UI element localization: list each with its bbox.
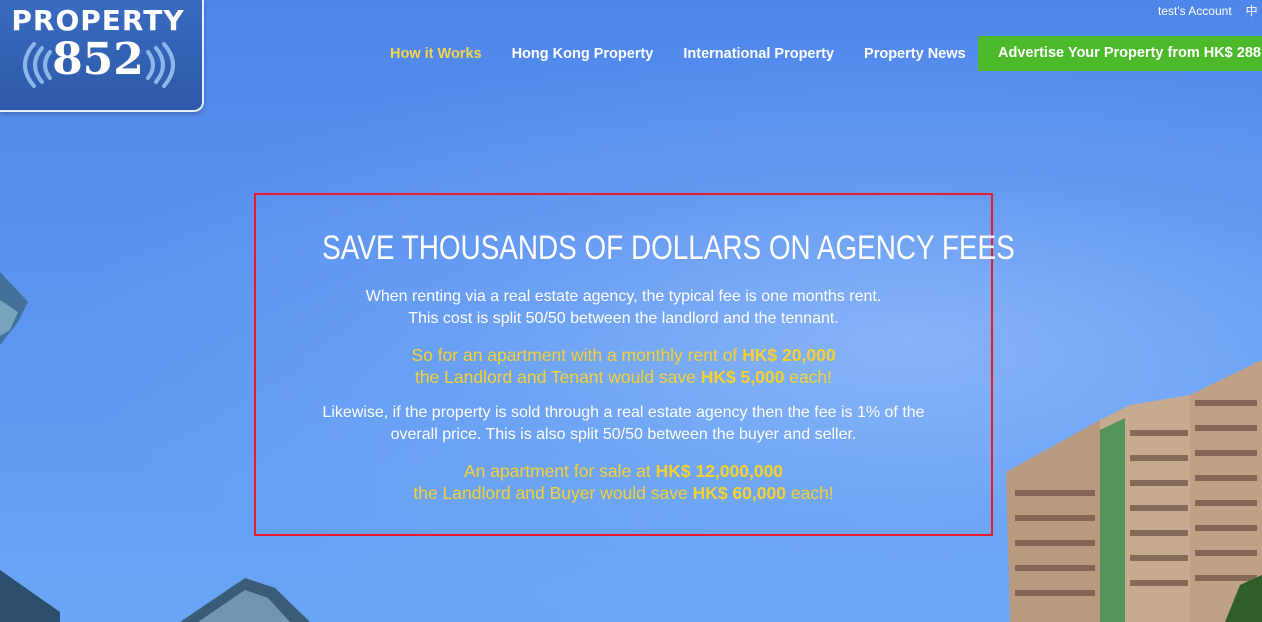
logo-number: 852 [52,34,144,85]
sale-savings-text: An apartment for sale at HK$ 12,000,000 … [256,460,991,504]
logo-title: PROPERTY [11,4,185,37]
language-switch[interactable]: 中 [1246,4,1258,18]
rent-savings-text: So for an apartment with a monthly rent … [256,344,991,388]
sale-fee-line-1: Likewise, if the property is sold throug… [322,404,925,421]
rent-savings-amount: HK$ 5,000 [700,367,785,387]
sale-fee-line-2: overall price. This is also split 50/50 … [390,426,857,443]
renting-fee-line-2: This cost is split 50/50 between the lan… [408,310,839,327]
sale-savings-suffix: each! [785,483,834,503]
sale-price-amount: HK$ 12,000,000 [655,461,784,481]
renting-fee-text: When renting via a real estate agency, t… [256,286,991,330]
monthly-rent-amount: HK$ 20,000 [742,345,836,365]
rent-savings-prefix: So for an apartment with a monthly rent … [411,345,743,365]
account-link[interactable]: test's Account [1158,4,1232,18]
rent-savings-suffix: each! [784,367,833,387]
advertise-property-button[interactable]: Advertise Your Property from HK$ 288 [978,36,1262,71]
nav-hong-kong-property[interactable]: Hong Kong Property [512,46,654,62]
renting-fee-line-1: When renting via a real estate agency, t… [365,288,882,305]
nav-international-property[interactable]: International Property [683,46,834,62]
page-headline: Save Thousands of Dollars on Agency Fees [322,229,1015,267]
utility-bar: test's Account 中 [1158,2,1258,19]
sale-fee-text: Likewise, if the property is sold throug… [256,402,991,446]
nav-how-it-works[interactable]: How it Works [390,46,482,62]
agency-fees-panel: Save Thousands of Dollars on Agency Fees… [254,193,1015,536]
site-logo[interactable]: PROPERTY 852 [0,0,204,112]
sale-savings-prefix: An apartment for sale at [463,461,656,481]
nav-property-news[interactable]: Property News [864,46,966,62]
rent-savings-line-2: the Landlord and Tenant would save [414,367,701,387]
sale-savings-amount: HK$ 60,000 [692,483,786,503]
sale-savings-line-2: the Landlord and Buyer would save [413,483,693,503]
main-nav: How it Works Hong Kong Property Internat… [390,36,996,72]
